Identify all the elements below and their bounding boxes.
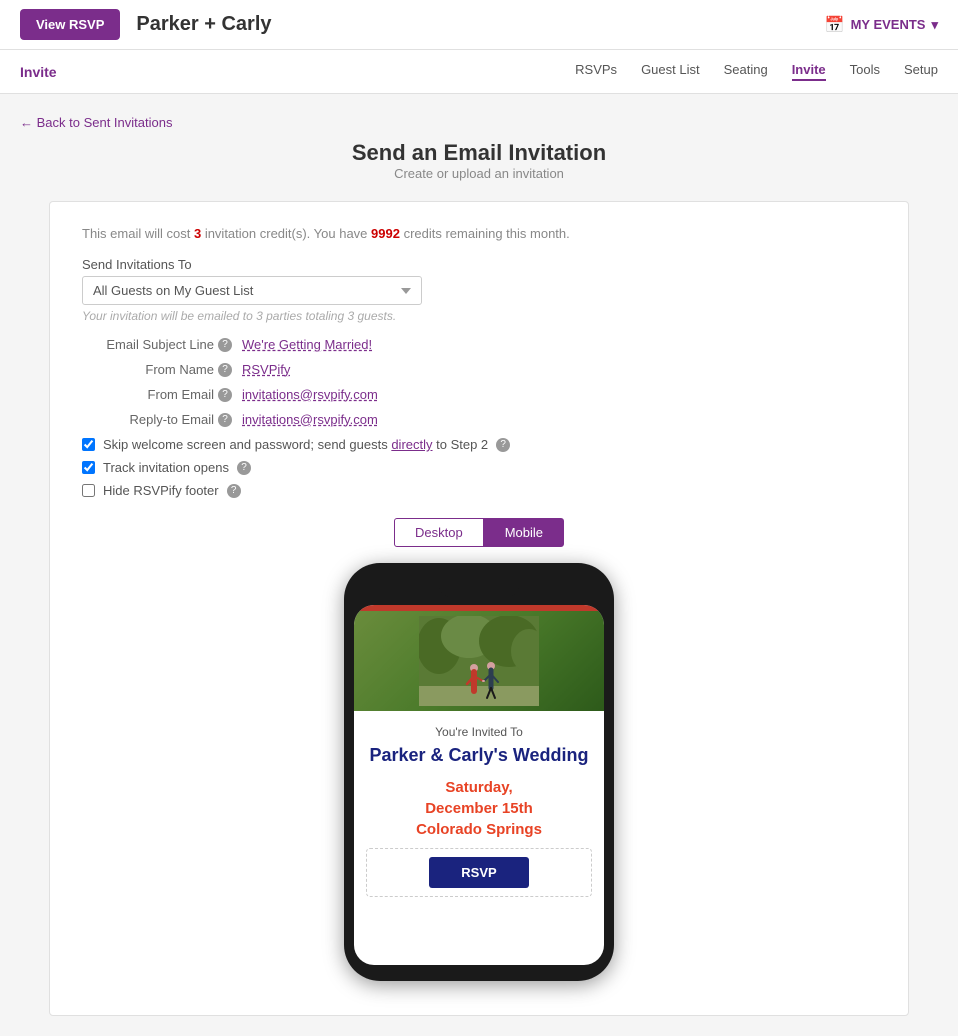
phone-frame: You're Invited To Parker & Carly's Weddi…	[344, 563, 614, 981]
invite-you-invited: You're Invited To	[366, 725, 592, 739]
nav-link-setup[interactable]: Setup	[904, 62, 938, 81]
email-subject-label: Email Subject Line ?	[82, 337, 242, 352]
checkbox-footer-info-icon[interactable]: ?	[227, 484, 241, 498]
couple-photo-svg	[419, 616, 539, 706]
nav-link-tools[interactable]: Tools	[850, 62, 880, 81]
page-header: Send an Email Invitation Create or uploa…	[20, 140, 938, 181]
header: View RSVP Parker + Carly 📅 MY EVENTS ▾	[0, 0, 958, 50]
from-email-info-icon[interactable]: ?	[218, 388, 232, 402]
credits-info: This email will cost 3 invitation credit…	[82, 226, 876, 241]
invite-photo	[354, 611, 604, 711]
checkbox-track[interactable]	[82, 461, 95, 474]
back-link[interactable]: ← Back to Sent Invitations	[20, 115, 172, 130]
my-events-dropdown[interactable]: 📅 MY EVENTS ▾	[825, 15, 938, 35]
reply-to-info-icon[interactable]: ?	[218, 413, 232, 427]
from-name-info-icon[interactable]: ?	[218, 363, 232, 377]
calendar-icon: 📅	[825, 15, 845, 35]
checkbox-track-info-icon[interactable]: ?	[237, 461, 251, 475]
invite-date-line2: December 15th	[366, 798, 592, 819]
invite-date-line3: Colorado Springs	[366, 819, 592, 840]
phone-notch	[439, 579, 519, 597]
checkbox-skip-row: Skip welcome screen and password; send g…	[82, 437, 876, 452]
checkbox-footer-row: Hide RSVPify footer ?	[82, 483, 876, 498]
credits-remaining: 9992	[371, 226, 400, 241]
event-title: Parker + Carly	[136, 13, 271, 36]
from-name-row: From Name ? RSVPify	[82, 362, 876, 377]
mobile-toggle-button[interactable]: Mobile	[484, 518, 564, 547]
reply-to-row: Reply-to Email ? invitations@rsvpify.com	[82, 412, 876, 427]
main-content: ← Back to Sent Invitations Send an Email…	[0, 94, 958, 1036]
checkbox-footer[interactable]	[82, 484, 95, 497]
nav-link-rsvps[interactable]: RSVPs	[575, 62, 617, 81]
view-rsvp-button[interactable]: View RSVP	[20, 9, 120, 40]
email-subject-value[interactable]: We're Getting Married!	[242, 337, 372, 352]
invite-names: Parker & Carly's Wedding	[366, 745, 592, 767]
page-title: Send an Email Invitation	[20, 140, 938, 166]
invite-rsvp-button[interactable]: RSVP	[429, 857, 528, 888]
phone-preview-wrapper: You're Invited To Parker & Carly's Weddi…	[82, 563, 876, 991]
from-email-row: From Email ? invitations@rsvpify.com	[82, 387, 876, 402]
from-name-value[interactable]: RSVPify	[242, 362, 290, 377]
nav-bar: Invite RSVPs Guest List Seating Invite T…	[0, 50, 958, 94]
send-invitations-label: Send Invitations To	[82, 257, 876, 272]
info-credits-label: invitation credit(s). You have	[201, 226, 371, 241]
info-remaining-label: credits remaining this month.	[400, 226, 570, 241]
invite-rsvp-box: RSVP	[366, 848, 592, 897]
invite-date-line1: Saturday,	[366, 777, 592, 798]
from-email-value[interactable]: invitations@rsvpify.com	[242, 387, 378, 402]
chevron-down-icon: ▾	[931, 17, 938, 33]
guest-hint: Your invitation will be emailed to 3 par…	[82, 309, 876, 323]
page-subtitle: Create or upload an invitation	[20, 166, 938, 181]
nav-link-invite[interactable]: Invite	[792, 62, 826, 81]
nav-links: RSVPs Guest List Seating Invite Tools Se…	[575, 62, 938, 81]
checkbox-track-row: Track invitation opens ?	[82, 460, 876, 475]
nav-link-guestlist[interactable]: Guest List	[641, 62, 700, 81]
phone-screen: You're Invited To Parker & Carly's Weddi…	[354, 605, 604, 965]
checkbox-skip[interactable]	[82, 438, 95, 451]
my-events-label: MY EVENTS	[851, 17, 926, 32]
checkbox-skip-info-icon[interactable]: ?	[496, 438, 510, 452]
nav-link-seating[interactable]: Seating	[724, 62, 768, 81]
send-invitations-group: Send Invitations To All Guests on My Gue…	[82, 257, 876, 323]
checkbox-skip-label: Skip welcome screen and password; send g…	[103, 437, 488, 452]
main-card: This email will cost 3 invitation credit…	[49, 201, 909, 1016]
email-subject-info-icon[interactable]: ?	[218, 338, 232, 352]
nav-section-label: Invite	[20, 64, 57, 80]
invite-body: You're Invited To Parker & Carly's Weddi…	[354, 711, 604, 911]
from-name-label: From Name ?	[82, 362, 242, 377]
checkbox-track-label: Track invitation opens	[103, 460, 229, 475]
email-subject-row: Email Subject Line ? We're Getting Marri…	[82, 337, 876, 352]
from-email-label: From Email ?	[82, 387, 242, 402]
preview-toggle: Desktop Mobile	[82, 518, 876, 547]
invite-date: Saturday, December 15th Colorado Springs	[366, 777, 592, 840]
checkbox-footer-label: Hide RSVPify footer	[103, 483, 219, 498]
reply-to-value[interactable]: invitations@rsvpify.com	[242, 412, 378, 427]
desktop-toggle-button[interactable]: Desktop	[394, 518, 484, 547]
send-invitations-select[interactable]: All Guests on My Guest List	[82, 276, 422, 305]
reply-to-label: Reply-to Email ?	[82, 412, 242, 427]
info-cost-text: This email will cost	[82, 226, 194, 241]
